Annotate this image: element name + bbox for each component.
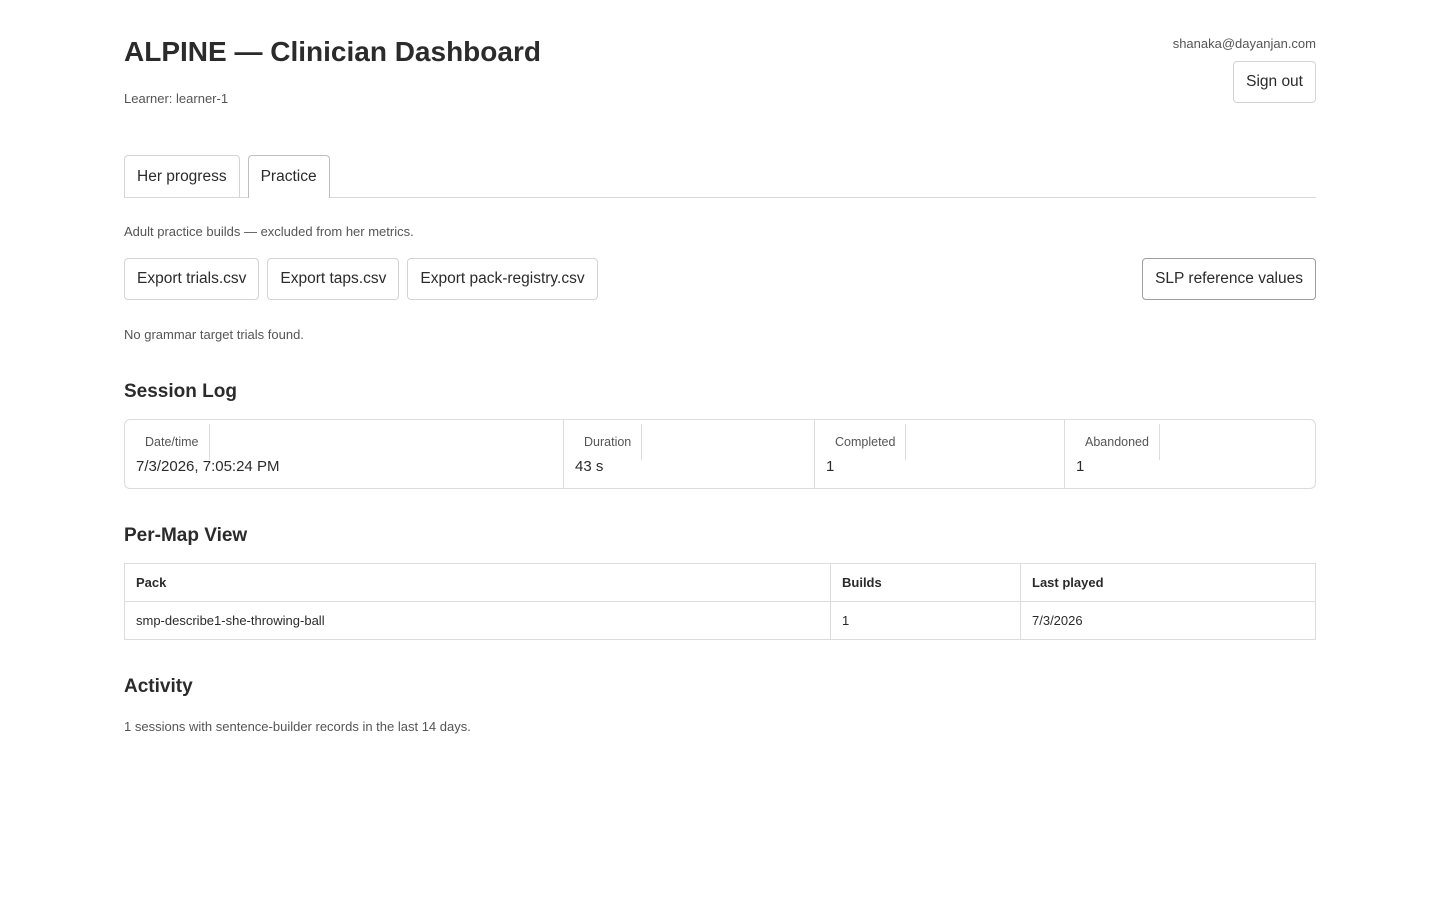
session-header-duration[interactable]: Duration: [574, 424, 643, 460]
session-col-completed: Completed 1: [814, 420, 1064, 488]
export-pack-registry-button[interactable]: Export pack-registry.csv: [407, 258, 598, 300]
practice-note: Adult practice builds — excluded from he…: [124, 224, 414, 239]
session-cell-datetime: 7/3/2026, 7:05:24 PM: [136, 458, 280, 475]
empty-grammar-message: No grammar target trials found.: [124, 327, 304, 342]
session-col-abandoned: Abandoned 1: [1064, 420, 1315, 488]
page-title: ALPINE — Clinician Dashboard: [124, 36, 541, 67]
per-map-heading: Per-Map View: [124, 525, 248, 546]
user-email: shanaka@dayanjan.com: [1172, 36, 1316, 51]
column-header-builds: Builds: [830, 563, 1021, 602]
cell-last-played: 7/3/2026: [1020, 601, 1316, 640]
learner-label: Learner: learner-1: [124, 91, 229, 106]
session-header-completed[interactable]: Completed: [825, 424, 907, 460]
session-header-abandoned[interactable]: Abandoned: [1075, 424, 1160, 460]
column-header-pack: Pack: [124, 563, 831, 602]
activity-summary: 1 sessions with sentence-builder records…: [124, 719, 471, 734]
session-header-datetime[interactable]: Date/time: [135, 424, 210, 460]
export-trials-button[interactable]: Export trials.csv: [124, 258, 260, 300]
column-header-last-played: Last played: [1020, 563, 1316, 602]
tab-practice[interactable]: Practice: [247, 155, 330, 198]
tab-her-progress[interactable]: Her progress: [124, 155, 240, 197]
slp-reference-values-button[interactable]: SLP reference values: [1142, 258, 1316, 300]
session-log-table: Date/time 7/3/2026, 7:05:24 PM Duration …: [124, 419, 1316, 489]
session-cell-completed: 1: [826, 458, 835, 475]
per-map-table: Pack Builds Last played smp-describe1-sh…: [124, 563, 1316, 640]
tab-bar: Her progress Practice: [124, 155, 1316, 198]
export-buttons: Export trials.csv Export taps.csv Export…: [124, 258, 598, 300]
session-cell-duration: 43 s: [575, 458, 604, 475]
table-header-row: Pack Builds Last played: [124, 563, 1316, 602]
export-taps-button[interactable]: Export taps.csv: [267, 258, 400, 300]
sign-out-button[interactable]: Sign out: [1233, 61, 1316, 103]
session-col-duration: Duration 43 s: [563, 420, 814, 488]
session-col-datetime: Date/time 7/3/2026, 7:05:24 PM: [125, 420, 563, 488]
cell-builds: 1: [830, 601, 1021, 640]
session-log-heading: Session Log: [124, 381, 237, 402]
cell-pack: smp-describe1-she-throwing-ball: [124, 601, 831, 640]
activity-heading: Activity: [124, 676, 193, 697]
table-row: smp-describe1-she-throwing-ball 1 7/3/20…: [124, 601, 1316, 640]
session-cell-abandoned: 1: [1076, 458, 1085, 475]
